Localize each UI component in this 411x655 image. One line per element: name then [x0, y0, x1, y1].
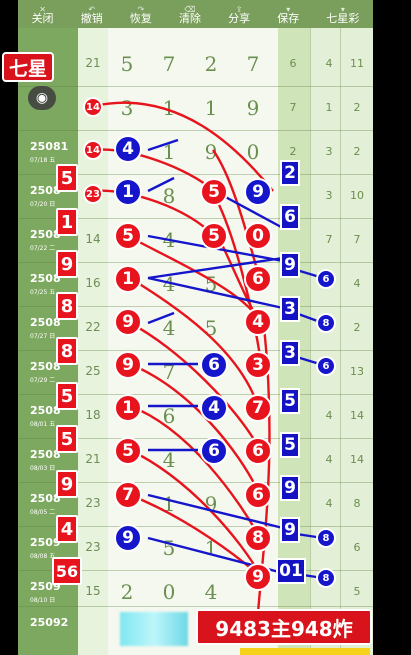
- stat-ball-blue[interactable]: 8: [316, 528, 336, 548]
- lottery-type-button[interactable]: ▾ 七星彩: [326, 4, 359, 24]
- trend-line: [147, 176, 175, 193]
- undo-button[interactable]: ↶ 撤销: [81, 4, 103, 24]
- extra-number-square[interactable]: 9: [280, 517, 300, 543]
- number-ball-blue[interactable]: 1: [114, 178, 142, 206]
- number-ball-red[interactable]: 6: [244, 265, 272, 293]
- number-ball-red[interactable]: 8: [244, 524, 272, 552]
- number-ball-red[interactable]: 7: [114, 481, 142, 509]
- left-tag[interactable]: 5: [56, 382, 78, 410]
- blurred-watermark: [120, 612, 188, 646]
- number-ball-red[interactable]: 5: [200, 178, 228, 206]
- number-ball-blue[interactable]: 9: [114, 524, 142, 552]
- number-ball-red[interactable]: 0: [244, 222, 272, 250]
- prediction-banner: 9483主948炸: [196, 609, 372, 645]
- left-tag[interactable]: 1: [56, 208, 78, 236]
- left-tag[interactable]: 5: [56, 164, 78, 192]
- extra-number-square[interactable]: 2: [280, 160, 300, 186]
- left-tag[interactable]: 4: [56, 515, 78, 543]
- redo-button[interactable]: ↷ 恢复: [130, 4, 152, 24]
- number-ball-blue[interactable]: 4: [200, 394, 228, 422]
- trend-line: [93, 148, 215, 192]
- clear-button[interactable]: ⌫ 清除: [179, 4, 201, 24]
- lottery-icon: ▾: [340, 5, 345, 14]
- number-ball-red[interactable]: 6: [244, 437, 272, 465]
- share-icon: ⇪: [235, 5, 243, 14]
- extra-number-square[interactable]: 3: [280, 296, 300, 322]
- eye-icon[interactable]: ◉: [28, 86, 56, 110]
- undo-icon: ↶: [88, 5, 96, 14]
- trend-line: [129, 362, 262, 496]
- number-ball-blue[interactable]: 6: [200, 351, 228, 379]
- bottom-strip: [240, 648, 370, 655]
- extra-number-square[interactable]: 9: [280, 475, 300, 501]
- trend-line: [147, 138, 179, 152]
- number-ball-blue[interactable]: 6: [200, 437, 228, 465]
- trend-line: [129, 448, 264, 579]
- number-ball-red[interactable]: 6: [244, 481, 272, 509]
- clear-icon: ⌫: [184, 5, 196, 14]
- extra-number-square[interactable]: 5: [280, 432, 300, 458]
- number-ball-red[interactable]: 9: [244, 563, 272, 591]
- redo-icon: ↷: [137, 5, 145, 14]
- lottery-badge: 七星: [2, 52, 54, 82]
- trend-line: [129, 321, 262, 451]
- save-icon: ▾: [286, 5, 291, 14]
- extra-number-square[interactable]: 01: [276, 558, 306, 584]
- number-ball-red[interactable]: 5: [200, 222, 228, 250]
- number-ball-red[interactable]: 9: [114, 308, 142, 336]
- extra-number-square[interactable]: 9: [280, 252, 300, 278]
- stat-ball-blue[interactable]: 8: [316, 313, 336, 333]
- number-ball-red[interactable]: 9: [114, 351, 142, 379]
- number-ball-red[interactable]: 3: [244, 351, 272, 379]
- left-tag[interactable]: 5: [56, 425, 78, 453]
- marker-ball-red[interactable]: 14: [83, 97, 103, 117]
- number-ball-red[interactable]: 7: [244, 394, 272, 422]
- stat-ball-blue[interactable]: 6: [316, 269, 336, 289]
- close-button[interactable]: ✕ 关闭: [32, 4, 54, 24]
- left-tag[interactable]: 8: [56, 337, 78, 365]
- number-ball-red[interactable]: 1: [114, 394, 142, 422]
- extra-number-square[interactable]: 5: [280, 388, 300, 414]
- marker-ball-red[interactable]: 23: [83, 184, 103, 204]
- trend-line: [127, 234, 259, 319]
- share-button[interactable]: ⇪ 分享: [228, 4, 250, 24]
- close-icon: ✕: [39, 5, 46, 14]
- left-tag[interactable]: 8: [56, 292, 78, 320]
- left-tag[interactable]: 9: [56, 250, 78, 278]
- stat-ball-blue[interactable]: 8: [316, 568, 336, 588]
- number-ball-blue[interactable]: 4: [114, 135, 142, 163]
- marker-ball-red[interactable]: 14: [83, 140, 103, 160]
- stat-ball-blue[interactable]: 6: [316, 356, 336, 376]
- number-ball-red[interactable]: 1: [114, 265, 142, 293]
- top-toolbar: ✕ 关闭 ↶ 撤销 ↷ 恢复 ⌫ 清除 ⇪ 分享 ▾ 保存 ▾ 七星彩: [18, 0, 373, 28]
- extra-number-square[interactable]: 3: [280, 340, 300, 366]
- left-tag[interactable]: 9: [56, 470, 78, 498]
- extra-number-square[interactable]: 6: [280, 204, 300, 230]
- number-ball-red[interactable]: 5: [114, 437, 142, 465]
- number-ball-red[interactable]: 4: [244, 308, 272, 336]
- trend-line: [93, 189, 215, 237]
- save-button[interactable]: ▾ 保存: [277, 4, 299, 24]
- trend-line: [147, 311, 175, 325]
- number-ball-red[interactable]: 5: [114, 222, 142, 250]
- number-ball-blue[interactable]: 9: [244, 178, 272, 206]
- left-tag[interactable]: 56: [52, 557, 82, 585]
